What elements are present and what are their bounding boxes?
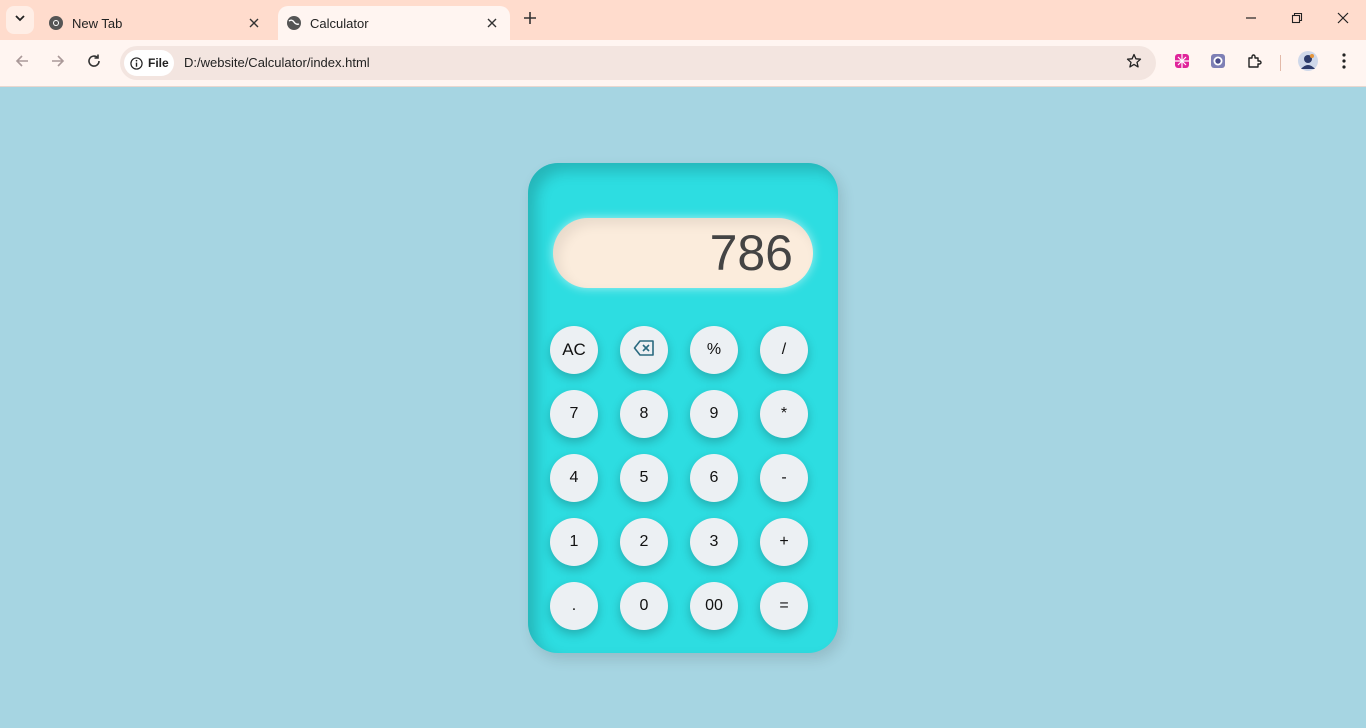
grid-extension-icon: [1174, 53, 1190, 74]
close-icon: [1337, 11, 1349, 29]
calculator: 786 AC % / 7 8 9 * 4 5 6 - 1 2 3 + . 0 0…: [528, 163, 838, 653]
tab-title: Calculator: [310, 15, 369, 31]
digit-5-button[interactable]: 5: [620, 454, 668, 502]
puzzle-icon: [1246, 52, 1264, 75]
extension-record-button[interactable]: [1208, 53, 1228, 73]
extensions-button[interactable]: [1245, 53, 1265, 73]
globe-icon: [286, 15, 302, 31]
restore-button[interactable]: [1274, 0, 1320, 40]
digit-6-button[interactable]: 6: [690, 454, 738, 502]
divide-button[interactable]: /: [760, 326, 808, 374]
clear-button[interactable]: AC: [550, 326, 598, 374]
digit-9-button[interactable]: 9: [690, 390, 738, 438]
minimize-icon: [1245, 11, 1257, 29]
restore-icon: [1291, 11, 1303, 29]
subtract-button[interactable]: -: [760, 454, 808, 502]
chrome-icon: [48, 15, 64, 31]
reload-button[interactable]: [80, 49, 108, 77]
backspace-icon: [633, 339, 655, 362]
digit-2-button[interactable]: 2: [620, 518, 668, 566]
window-close-button[interactable]: [1320, 0, 1366, 40]
digit-3-button[interactable]: 3: [690, 518, 738, 566]
star-icon: [1126, 53, 1142, 74]
digit-8-button[interactable]: 8: [620, 390, 668, 438]
add-button[interactable]: +: [760, 518, 808, 566]
digit-7-button[interactable]: 7: [550, 390, 598, 438]
tab-search-button[interactable]: [6, 6, 34, 34]
arrow-right-icon: [50, 53, 66, 74]
site-info-chip[interactable]: File: [124, 50, 174, 76]
record-extension-icon: [1210, 53, 1226, 74]
tab-title: New Tab: [72, 15, 123, 31]
equals-button[interactable]: =: [760, 582, 808, 630]
arrow-left-icon: [14, 53, 30, 74]
keypad: AC % / 7 8 9 * 4 5 6 - 1 2 3 + . 0 00 =: [550, 326, 808, 630]
address-bar[interactable]: File D:/website/Calculator/index.html: [120, 46, 1156, 80]
backspace-button[interactable]: [620, 326, 668, 374]
digit-1-button[interactable]: 1: [550, 518, 598, 566]
multiply-button[interactable]: *: [760, 390, 808, 438]
new-tab-button[interactable]: [518, 8, 542, 32]
toolbar-divider: [1280, 55, 1281, 71]
bookmark-button[interactable]: [1124, 53, 1144, 73]
profile-button[interactable]: [1297, 50, 1319, 76]
url-text[interactable]: D:/website/Calculator/index.html: [184, 55, 370, 70]
digit-0-button[interactable]: 0: [620, 582, 668, 630]
extension-grid-button[interactable]: [1172, 53, 1192, 73]
chevron-down-icon: [14, 11, 26, 29]
calculator-display: 786: [553, 218, 813, 288]
tab-calculator[interactable]: Calculator: [278, 6, 510, 40]
percent-button[interactable]: %: [690, 326, 738, 374]
tab-new-tab[interactable]: New Tab: [40, 6, 272, 40]
back-button[interactable]: [8, 49, 36, 77]
browser-toolbar: File D:/website/Calculator/index.html: [0, 40, 1366, 87]
close-icon[interactable]: [482, 13, 502, 33]
avatar: [1298, 50, 1318, 76]
decimal-button[interactable]: .: [550, 582, 598, 630]
digit-4-button[interactable]: 4: [550, 454, 598, 502]
info-icon: [130, 56, 143, 70]
browser-menu-button[interactable]: [1334, 52, 1354, 74]
display-value: 786: [709, 225, 793, 281]
scheme-label: File: [148, 56, 169, 70]
more-vertical-icon: [1342, 52, 1346, 74]
minimize-button[interactable]: [1228, 0, 1274, 40]
forward-button[interactable]: [44, 49, 72, 77]
close-icon[interactable]: [244, 13, 264, 33]
plus-icon: [523, 11, 537, 30]
reload-icon: [86, 53, 102, 74]
tab-strip: New Tab Calculator: [0, 0, 1366, 40]
double-zero-button[interactable]: 00: [690, 582, 738, 630]
